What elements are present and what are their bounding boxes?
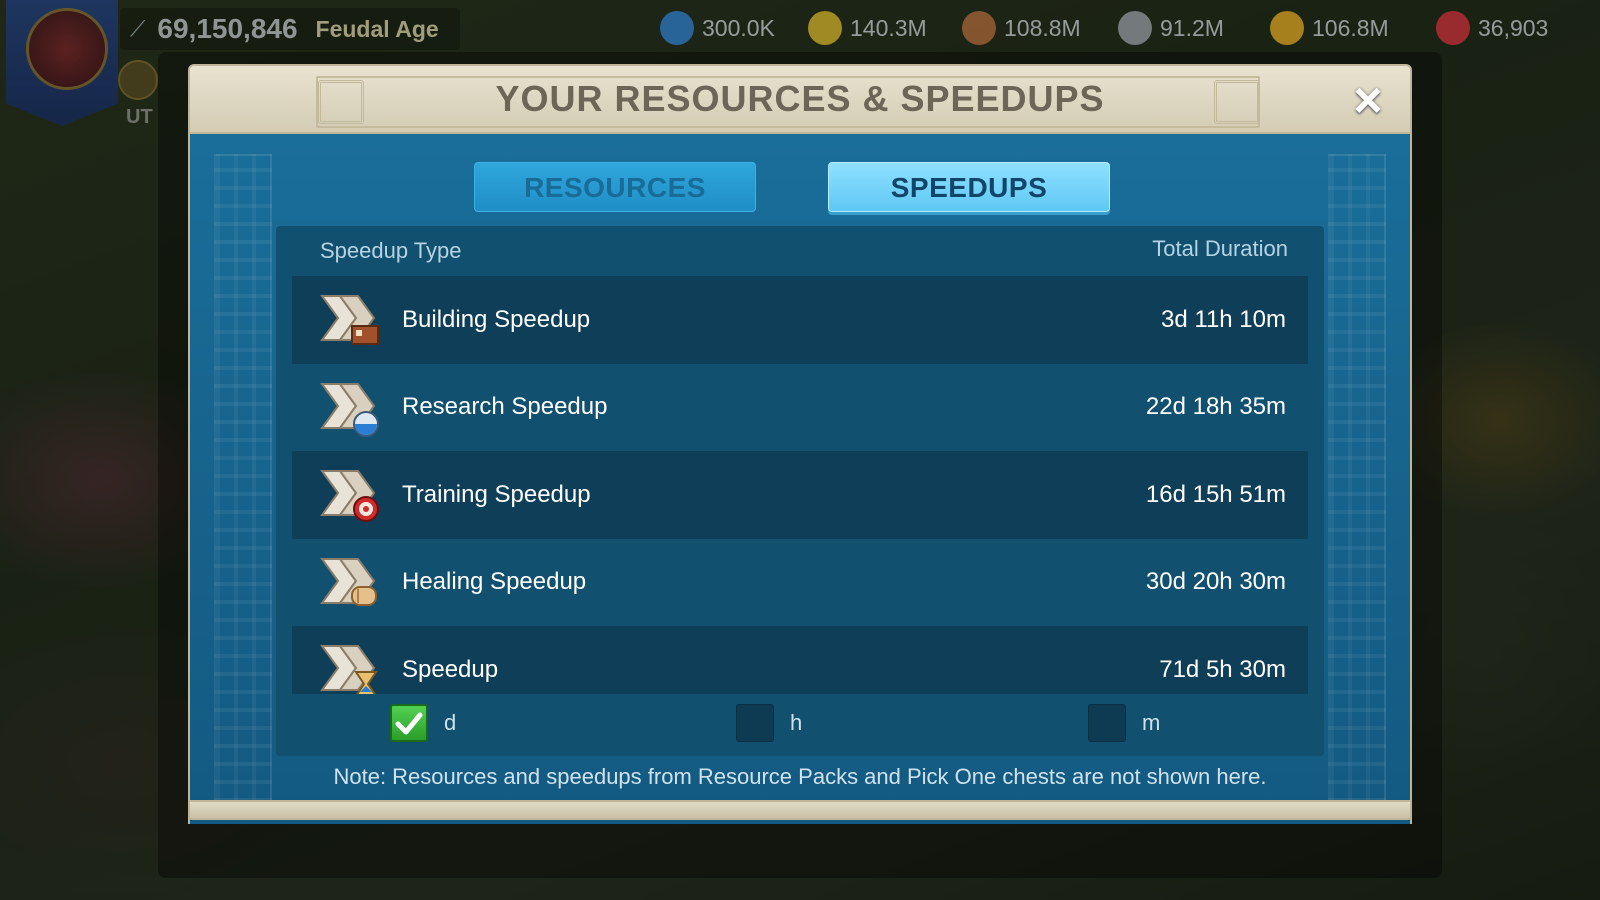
column-header-type: Speedup Type	[320, 238, 462, 263]
power-sword-icon: ⟋	[130, 16, 146, 41]
healing-speedup-icon	[320, 557, 377, 606]
resource-gems[interactable]: 36,903	[1436, 6, 1548, 50]
meander-border-left	[214, 154, 272, 804]
footer-note: Note: Resources and speedups from Resour…	[333, 764, 1267, 789]
speedup-duration: 16d 15h 51m	[1145, 480, 1286, 508]
close-icon[interactable]: ×	[1346, 75, 1390, 125]
resource-value: 140.3M	[850, 14, 927, 41]
gold-icon	[1270, 11, 1304, 45]
tab-speedups[interactable]: SPEEDUPS	[828, 162, 1110, 212]
resource-wood[interactable]: 108.8M	[962, 6, 1081, 50]
unit-toggle-hours[interactable]: h	[736, 704, 802, 742]
speedup-duration: 22d 18h 35m	[1145, 393, 1286, 421]
wood-icon	[962, 11, 996, 45]
training-speedup-icon	[320, 470, 379, 522]
age-label: Feudal Age	[315, 15, 439, 42]
unit-label: h	[790, 710, 803, 735]
emblem-crest-icon	[26, 8, 108, 90]
table-row: Building Speedup 3d 11h 10m	[292, 276, 1308, 364]
speedup-name: Research Speedup	[402, 393, 608, 421]
speedups-table: Speedup Type Total Duration Building Spe…	[276, 226, 1324, 756]
unit-toggle-days[interactable]: d	[390, 704, 456, 742]
modal-header: YOUR RESOURCES & SPEEDUPS ×	[188, 64, 1412, 134]
universal-speedup-icon	[320, 645, 378, 694]
checkbox-hours[interactable]	[736, 704, 774, 742]
meander-border-right	[1328, 154, 1386, 804]
modal-footer	[188, 800, 1412, 820]
checkmark-icon	[395, 712, 423, 735]
power-bar: ⟋ 69,150,846 Feudal Age	[120, 8, 460, 50]
resources-speedups-modal: YOUR RESOURCES & SPEEDUPS × RESOURCES SP…	[188, 64, 1412, 834]
building-speedup-icon	[320, 295, 379, 345]
resource-value: 108.8M	[1004, 14, 1081, 41]
resource-gold[interactable]: 106.8M	[1270, 6, 1389, 50]
unit-label: m	[1142, 710, 1161, 735]
speedup-name: Speedup	[402, 655, 499, 683]
vip-label: UT	[126, 106, 153, 128]
table-row: Research Speedup 22d 18h 35m	[292, 364, 1308, 452]
resource-value: 106.8M	[1312, 14, 1389, 41]
resource-gems-blue[interactable]: 300.0K	[660, 6, 775, 50]
stone-icon	[1118, 11, 1152, 45]
tab-resources[interactable]: RESOURCES	[474, 162, 756, 212]
gems-blue-icon	[660, 11, 694, 45]
checkbox-minutes[interactable]	[1088, 704, 1126, 742]
vip-icon[interactable]	[118, 60, 158, 100]
table-row: Healing Speedup 30d 20h 30m	[292, 539, 1308, 627]
table-row: Training Speedup 16d 15h 51m	[292, 451, 1308, 539]
kingdom-emblem[interactable]	[6, 0, 118, 126]
speedup-name: Training Speedup	[402, 480, 591, 508]
resource-stone[interactable]: 91.2M	[1118, 6, 1224, 50]
speedup-name: Building Speedup	[402, 305, 591, 333]
speedup-duration: 30d 20h 30m	[1145, 568, 1286, 596]
food-icon	[808, 11, 842, 45]
resource-value: 300.0K	[702, 14, 775, 41]
resource-value: 91.2M	[1160, 14, 1224, 41]
resource-value: 36,903	[1478, 14, 1549, 41]
checkbox-days[interactable]	[390, 704, 428, 742]
research-speedup-icon	[320, 382, 379, 437]
resource-food[interactable]: 140.3M	[808, 6, 927, 50]
column-header-duration: Total Duration	[1152, 236, 1288, 261]
table-row: Speedup 71d 5h 30m	[292, 626, 1308, 694]
power-value: 69,150,846	[157, 13, 298, 44]
speedup-name: Healing Speedup	[402, 568, 587, 596]
speedup-duration: 3d 11h 10m	[1161, 305, 1286, 333]
unit-toggle-minutes[interactable]: m	[1088, 704, 1160, 742]
speedup-rows[interactable]: Building Speedup 3d 11h 10m Research Spe…	[292, 276, 1308, 694]
modal-title: YOUR RESOURCES & SPEEDUPS	[495, 78, 1105, 119]
unit-label: d	[444, 710, 457, 735]
gems-icon	[1436, 11, 1470, 45]
speedup-duration: 71d 5h 30m	[1159, 655, 1286, 683]
